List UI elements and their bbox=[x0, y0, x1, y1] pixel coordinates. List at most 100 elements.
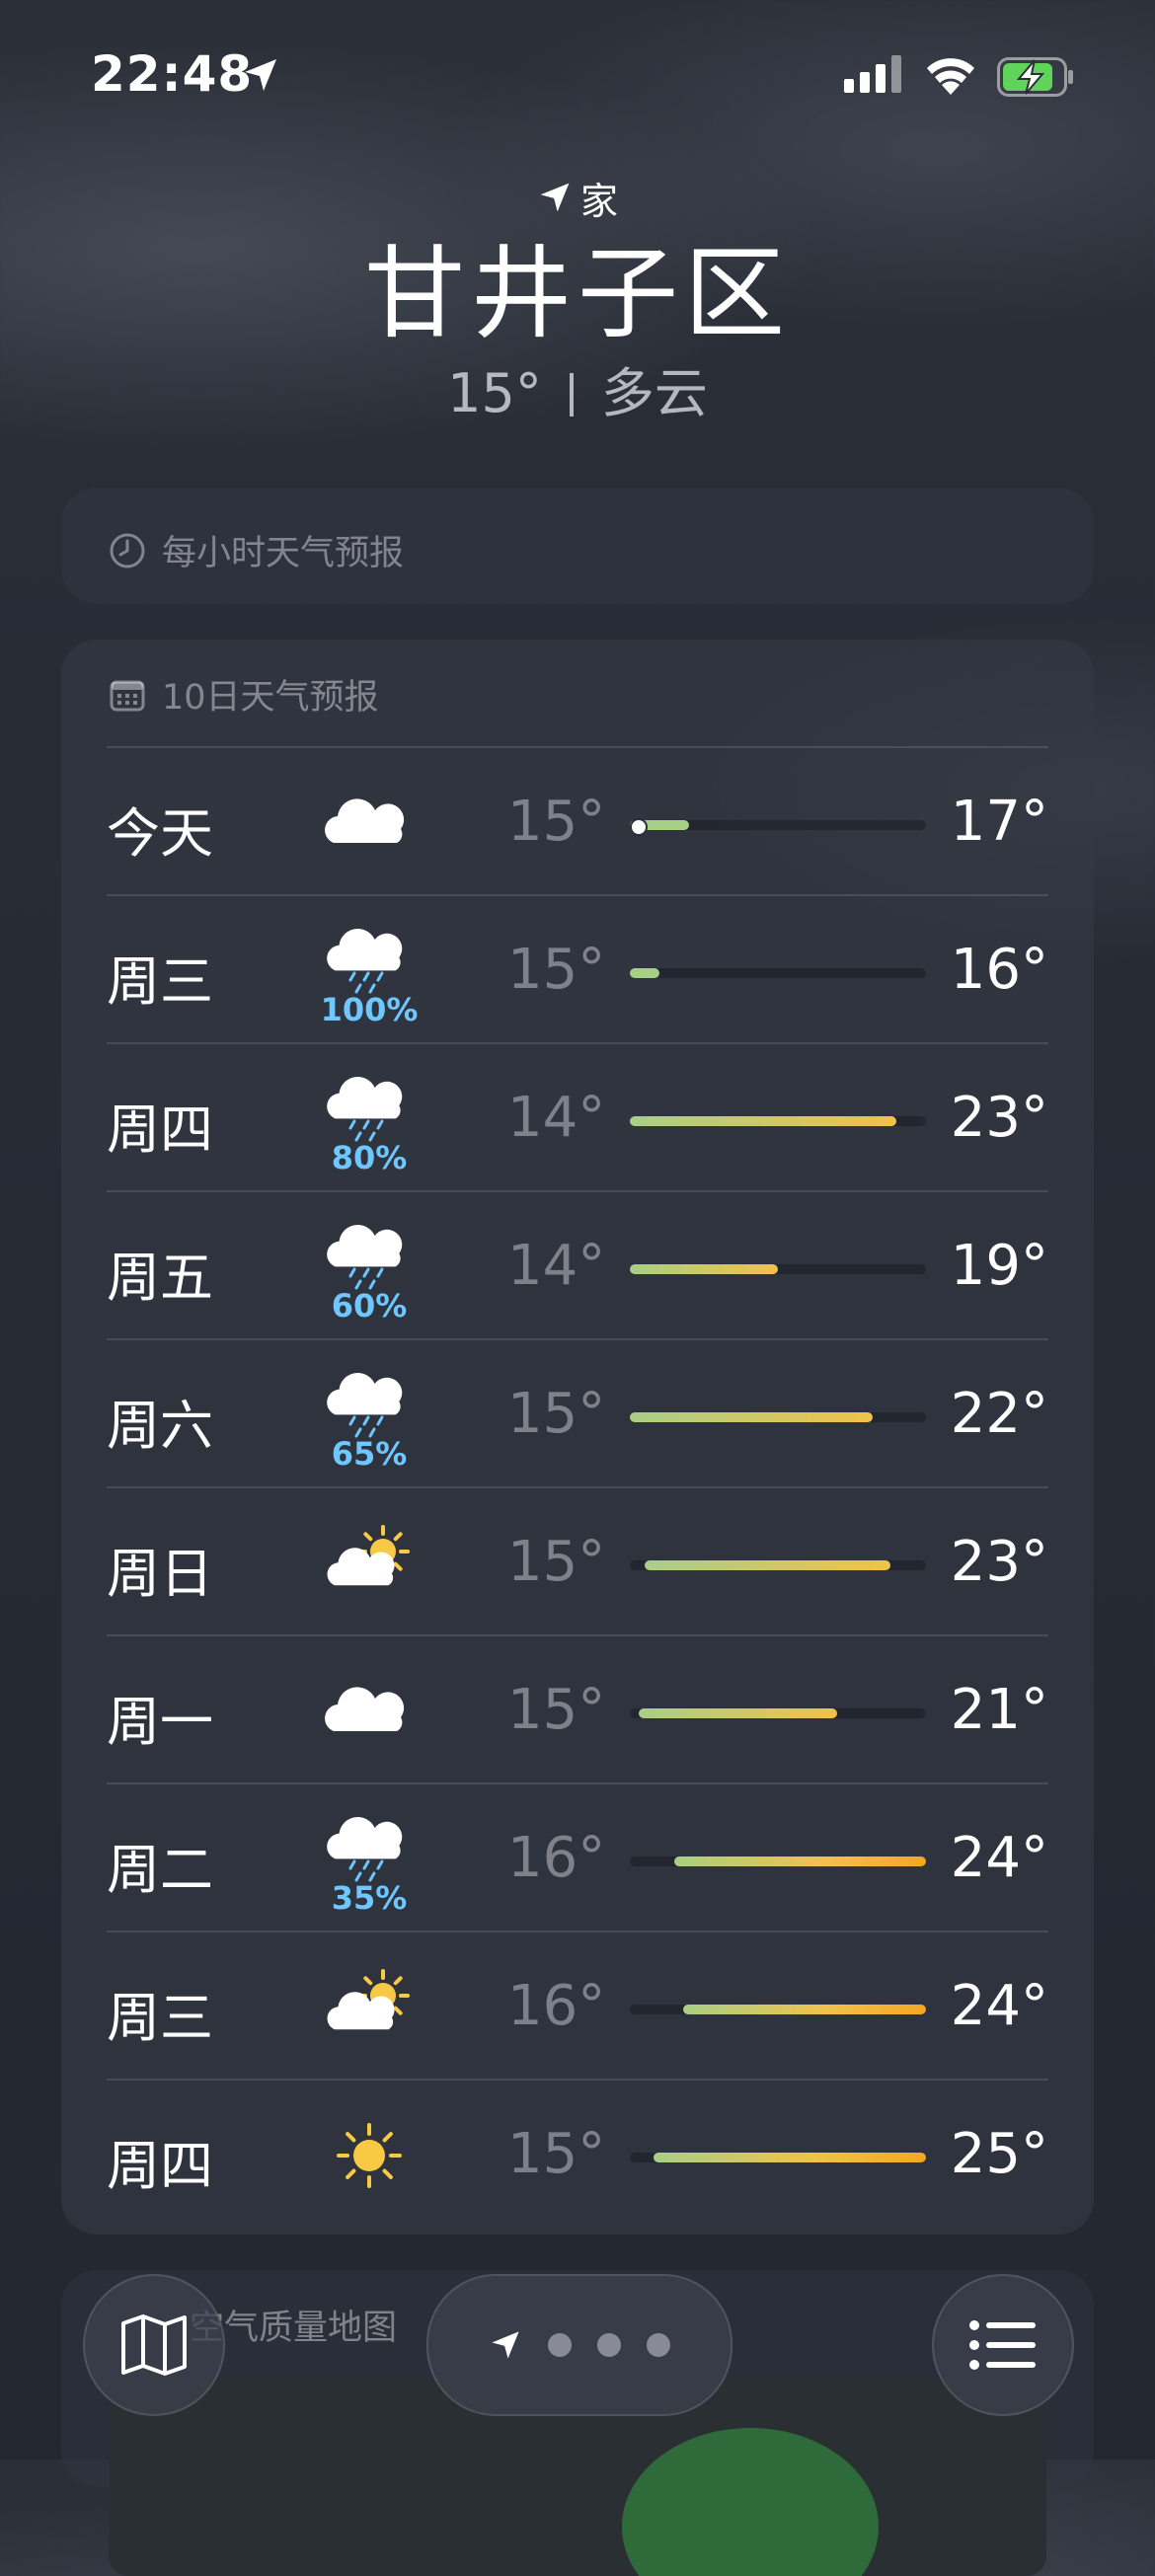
temperature-range-fill bbox=[654, 2153, 926, 2162]
status-bar: 22:48 bbox=[0, 0, 1155, 148]
forecast-low: 16° bbox=[507, 1826, 606, 1890]
forecast-day: 周二 bbox=[107, 1839, 213, 1901]
battery-charging-icon bbox=[997, 57, 1073, 97]
forecast-high: 24° bbox=[950, 1974, 1048, 2038]
current-conditions: 15° 多云 bbox=[0, 359, 1155, 428]
forecast-day: 周六 bbox=[107, 1395, 213, 1457]
forecast-high: 16° bbox=[950, 938, 1048, 1002]
forecast-row: 周四 15° 25° bbox=[107, 2079, 1048, 2227]
cellular-signal-icon bbox=[844, 55, 901, 93]
status-time: 22:48 bbox=[91, 45, 254, 103]
forecast-day: 今天 bbox=[107, 802, 213, 865]
page-indicator[interactable] bbox=[426, 2274, 732, 2416]
current-temperature: 15° bbox=[447, 362, 542, 424]
forecast-row: 今天 15° 17° bbox=[107, 746, 1048, 894]
temperature-range-bar bbox=[630, 818, 926, 836]
location-label: 家 bbox=[0, 168, 1155, 227]
forecast-low: 16° bbox=[507, 1974, 606, 2038]
temperature-range-bar bbox=[630, 1708, 926, 1718]
ten-day-title-text: 10日天气预报 bbox=[162, 678, 379, 718]
map-icon bbox=[121, 2314, 187, 2376]
page-dot[interactable] bbox=[548, 2333, 572, 2357]
list-button[interactable] bbox=[932, 2274, 1074, 2416]
location-arrow-icon bbox=[245, 59, 276, 91]
hourly-forecast-title: 每小时天气预报 bbox=[109, 525, 404, 575]
forecast-high: 17° bbox=[950, 790, 1048, 854]
forecast-row: 周四 80% 14° 23° bbox=[107, 1042, 1048, 1190]
forecast-high: 23° bbox=[950, 1086, 1048, 1150]
temperature-range-bar bbox=[630, 1264, 926, 1274]
calendar-icon bbox=[110, 680, 145, 711]
sun-icon bbox=[322, 2108, 417, 2203]
temperature-range-bar bbox=[630, 1856, 926, 1866]
forecast-low: 15° bbox=[507, 2122, 606, 2186]
current-condition: 多云 bbox=[600, 362, 708, 424]
clock-icon bbox=[110, 533, 145, 568]
hourly-title-text: 每小时天气预报 bbox=[162, 534, 405, 573]
forecast-row: 周一 15° 21° bbox=[107, 1634, 1048, 1782]
temperature-range-bar bbox=[630, 2005, 926, 2014]
precipitation-chance: 100% bbox=[320, 991, 419, 1028]
precipitation-chance: 65% bbox=[331, 1435, 408, 1473]
location-arrow-icon bbox=[540, 183, 570, 212]
hourly-forecast-card[interactable]: 每小时天气预报 bbox=[61, 488, 1094, 604]
location-header: 家 甘井子区 15° 多云 bbox=[0, 168, 1155, 428]
forecast-high: 22° bbox=[950, 1382, 1048, 1446]
temperature-range-fill bbox=[639, 1708, 837, 1718]
temperature-range-bar bbox=[630, 1412, 926, 1422]
forecast-low: 15° bbox=[507, 938, 606, 1002]
forecast-high: 24° bbox=[950, 1826, 1048, 1890]
forecast-day: 周五 bbox=[107, 1247, 213, 1309]
temperature-range-fill bbox=[683, 2005, 926, 2014]
page-dot[interactable] bbox=[647, 2333, 670, 2357]
forecast-low: 15° bbox=[507, 1678, 606, 1742]
temperature-range-bar bbox=[630, 1116, 926, 1126]
ten-day-forecast-card[interactable]: 10日天气预报 今天 15° 17° 周三 100% 15° 16° 周四 80… bbox=[61, 640, 1094, 2235]
forecast-row: 周三 100% 15° 16° bbox=[107, 894, 1048, 1042]
forecast-low: 15° bbox=[507, 1530, 606, 1594]
precipitation-chance: 60% bbox=[331, 1287, 408, 1325]
forecast-day: 周日 bbox=[107, 1543, 213, 1605]
forecast-day: 周三 bbox=[107, 1987, 213, 2049]
forecast-row: 周日 15° 23° bbox=[107, 1486, 1048, 1634]
temperature-range-bar bbox=[630, 2153, 926, 2162]
forecast-high: 19° bbox=[950, 1234, 1048, 1298]
map-region bbox=[622, 2428, 879, 2576]
forecast-low: 14° bbox=[507, 1234, 606, 1298]
location-arrow-icon bbox=[492, 2331, 519, 2359]
temperature-range-fill bbox=[630, 1264, 778, 1274]
partly-sunny-icon bbox=[322, 1516, 417, 1611]
forecast-day: 周三 bbox=[107, 950, 213, 1013]
forecast-day: 周四 bbox=[107, 1099, 213, 1161]
partly-sunny-icon bbox=[322, 1960, 417, 2055]
forecast-day: 周一 bbox=[107, 1691, 213, 1753]
cloud-icon bbox=[322, 1664, 417, 1759]
temperature-range-fill bbox=[630, 1116, 896, 1126]
forecast-rows: 今天 15° 17° 周三 100% 15° 16° 周四 80% 14° 23… bbox=[107, 746, 1048, 2227]
forecast-high: 23° bbox=[950, 1530, 1048, 1594]
wifi-icon bbox=[927, 58, 974, 95]
map-button[interactable] bbox=[83, 2274, 225, 2416]
forecast-low: 14° bbox=[507, 1086, 606, 1150]
city-name: 甘井子区 bbox=[364, 236, 791, 353]
temperature-range-bar bbox=[630, 968, 926, 978]
precipitation-chance: 80% bbox=[331, 1139, 408, 1176]
temperature-range-bar bbox=[630, 1560, 926, 1570]
precipitation-chance: 35% bbox=[331, 1879, 408, 1917]
page-dot[interactable] bbox=[597, 2333, 621, 2357]
location-name: 家 bbox=[579, 179, 618, 223]
forecast-row: 周六 65% 15° 22° bbox=[107, 1338, 1048, 1486]
ten-day-forecast-title: 10日天气预报 bbox=[109, 669, 379, 720]
forecast-low: 15° bbox=[507, 790, 606, 854]
forecast-low: 15° bbox=[507, 1382, 606, 1446]
temperature-range-fill bbox=[630, 968, 659, 978]
divider bbox=[569, 373, 574, 417]
current-temperature-dot bbox=[630, 818, 648, 836]
forecast-row: 周二 35% 16° 24° bbox=[107, 1782, 1048, 1931]
forecast-high: 25° bbox=[950, 2122, 1048, 2186]
forecast-high: 21° bbox=[950, 1678, 1048, 1742]
forecast-row: 周三 16° 24° bbox=[107, 1931, 1048, 2079]
temperature-range-fill bbox=[630, 1412, 873, 1422]
forecast-row: 周五 60% 14° 19° bbox=[107, 1190, 1048, 1338]
forecast-day: 周四 bbox=[107, 2135, 213, 2197]
